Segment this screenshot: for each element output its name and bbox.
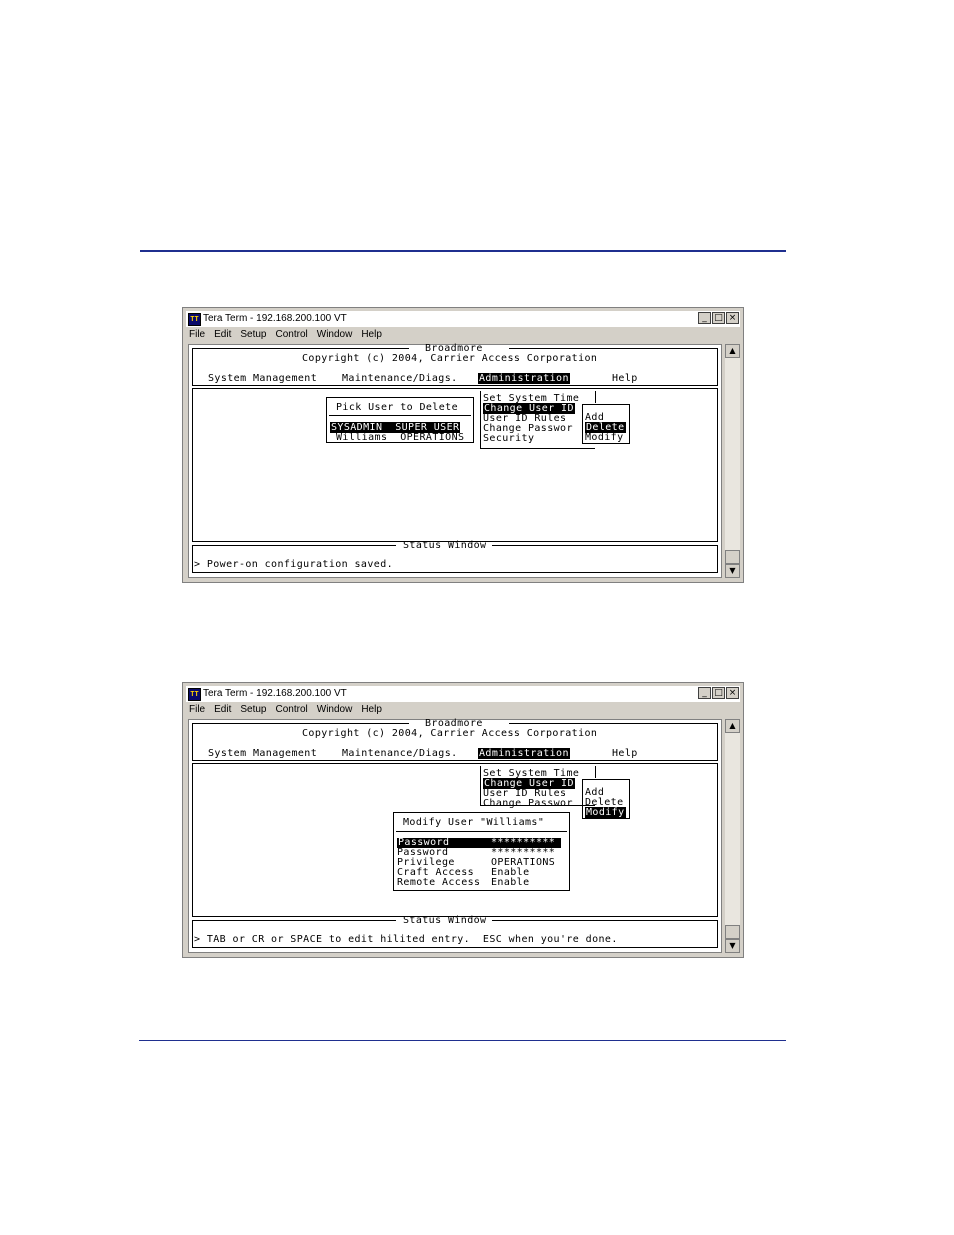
- admin-item-security[interactable]: Security: [483, 434, 534, 444]
- status-message: > Power-on configuration saved.: [194, 559, 394, 570]
- status-window-label: Status Window: [403, 915, 487, 926]
- window-titlebar[interactable]: TT Tera Term - 192.168.200.100 VT _ □ ×: [186, 686, 740, 702]
- user-row-williams[interactable]: Williams OPERATIONS: [336, 433, 464, 443]
- user-role: OPERATIONS: [400, 432, 465, 443]
- tera-term-app-icon[interactable]: TT: [188, 313, 201, 326]
- modify-user-title: Modify User "Williams": [403, 817, 545, 828]
- menu-file[interactable]: File: [189, 704, 205, 715]
- scroll-down-icon[interactable]: ▼: [725, 939, 740, 953]
- user-id-modify[interactable]: Modify: [585, 433, 624, 443]
- dialog-divider: [396, 831, 567, 832]
- status-message: > TAB or CR or SPACE to edit hilited ent…: [194, 934, 618, 945]
- scroll-down-icon[interactable]: ▼: [725, 564, 740, 578]
- tera-term-window-modify-user: TT Tera Term - 192.168.200.100 VT _ □ × Fi…: [182, 682, 744, 958]
- user-name: Williams: [336, 432, 388, 443]
- menu-maintenance-diags[interactable]: Maintenance/Diags.: [342, 749, 458, 759]
- scroll-thumb[interactable]: [725, 550, 740, 564]
- menu-window[interactable]: Window: [317, 704, 353, 715]
- scroll-up-icon[interactable]: ▲: [725, 719, 740, 733]
- close-button[interactable]: ×: [726, 687, 739, 699]
- field-label: Remote Access: [397, 877, 481, 888]
- window-title: Tera Term - 192.168.200.100 VT: [203, 688, 347, 699]
- menu-help[interactable]: Help: [361, 704, 382, 715]
- menu-bar: File Edit Setup Control Window Help: [189, 703, 391, 717]
- menu-control[interactable]: Control: [276, 704, 308, 715]
- window-title: Tera Term - 192.168.200.100 VT: [203, 313, 347, 324]
- menu-help[interactable]: Help: [361, 329, 382, 340]
- menu-edit[interactable]: Edit: [214, 329, 231, 340]
- menu-administration[interactable]: Administration: [478, 373, 570, 384]
- status-window-label: Status Window: [403, 540, 487, 551]
- admin-item-change-password[interactable]: Change Passwor: [483, 799, 573, 809]
- minimize-button[interactable]: _: [698, 312, 711, 324]
- close-button[interactable]: ×: [726, 312, 739, 324]
- user-id-modify[interactable]: Modify: [585, 807, 626, 818]
- tera-term-window-delete-user: TT Tera Term - 192.168.200.100 VT _ □ × Fi…: [182, 307, 744, 583]
- menu-control[interactable]: Control: [276, 329, 308, 340]
- menu-setup[interactable]: Setup: [240, 329, 266, 340]
- copyright-line: Copyright (c) 2004, Carrier Access Corpo…: [302, 728, 598, 739]
- vertical-scrollbar[interactable]: ▲ ▼: [725, 719, 740, 953]
- menu-setup[interactable]: Setup: [240, 704, 266, 715]
- field-row-remote-access[interactable]: Remote Access Enable: [397, 878, 530, 888]
- menu-window[interactable]: Window: [317, 329, 353, 340]
- footer-rule: [139, 1040, 786, 1041]
- vertical-scrollbar[interactable]: ▲ ▼: [725, 344, 740, 578]
- menu-system-management[interactable]: System Management: [208, 374, 317, 384]
- field-value: Enable: [491, 877, 530, 888]
- maximize-button[interactable]: □: [712, 312, 725, 324]
- maximize-button[interactable]: □: [712, 687, 725, 699]
- minimize-button[interactable]: _: [698, 687, 711, 699]
- terminal-screen[interactable]: Broadmore Copyright (c) 2004, Carrier Ac…: [188, 719, 722, 953]
- menu-file[interactable]: File: [189, 329, 205, 340]
- menu-bar: File Edit Setup Control Window Help: [189, 328, 391, 342]
- menu-maintenance-diags[interactable]: Maintenance/Diags.: [342, 374, 458, 384]
- scroll-up-icon[interactable]: ▲: [725, 344, 740, 358]
- tera-term-app-icon[interactable]: TT: [188, 688, 201, 701]
- menu-administration[interactable]: Administration: [478, 748, 570, 759]
- menu-system-management[interactable]: System Management: [208, 749, 317, 759]
- header-rule: [140, 250, 786, 252]
- menu-edit[interactable]: Edit: [214, 704, 231, 715]
- scroll-thumb[interactable]: [725, 925, 740, 939]
- window-titlebar[interactable]: TT Tera Term - 192.168.200.100 VT _ □ ×: [186, 311, 740, 327]
- copyright-line: Copyright (c) 2004, Carrier Access Corpo…: [302, 353, 598, 364]
- picker-divider: [329, 415, 471, 416]
- menu-help-terminal[interactable]: Help: [612, 374, 638, 384]
- terminal-screen[interactable]: Broadmore Copyright (c) 2004, Carrier Ac…: [188, 344, 722, 578]
- menu-help-terminal[interactable]: Help: [612, 749, 638, 759]
- user-picker-title: Pick User to Delete: [336, 402, 458, 413]
